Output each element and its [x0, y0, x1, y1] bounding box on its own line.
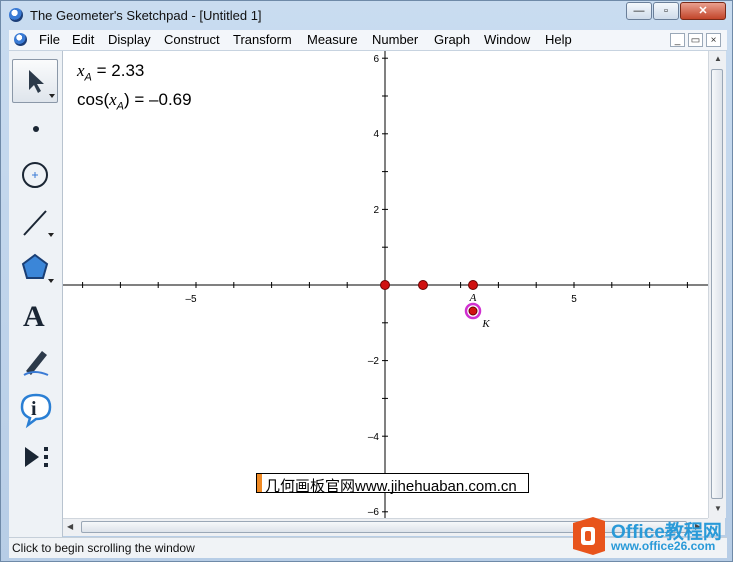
marker-pen-icon [23, 351, 49, 376]
information-tool[interactable]: i [12, 387, 58, 431]
scroll-down-icon[interactable]: ▼ [714, 504, 722, 513]
document-icon[interactable] [14, 33, 27, 46]
custom-tools-icon [25, 447, 48, 467]
info-icon: i [20, 393, 52, 429]
application-window: The Geometer's Sketchpad - [Untitled 1] … [0, 0, 733, 562]
menu-window[interactable]: Window [484, 32, 530, 47]
doc-minimize-button[interactable]: _ [670, 33, 685, 47]
selection-arrow-tool[interactable] [12, 59, 58, 103]
text-tool-glyph: A [23, 300, 45, 333]
cos-result: ) = –0.69 [124, 90, 192, 109]
y-tick-label-2: 2 [373, 205, 379, 216]
point-a-label: A [469, 292, 477, 304]
logo-subtitle: www.office26.com [611, 539, 716, 553]
menu-measure[interactable]: Measure [307, 32, 358, 47]
x-tick-label-minus5: –5 [185, 294, 197, 305]
measurement-xa[interactable]: xA = 2.33 [77, 61, 144, 83]
office-logo-icon [573, 517, 605, 555]
info-glyph: i [31, 398, 37, 420]
cos-variable: x [109, 90, 117, 109]
doc-close-button[interactable]: × [706, 33, 721, 47]
text-tool-icon: A [23, 300, 45, 333]
x-tick-label-5: 5 [571, 294, 577, 305]
scroll-left-icon[interactable]: ◀ [67, 522, 73, 531]
menu-display[interactable]: Display [108, 32, 151, 47]
menu-help[interactable]: Help [545, 32, 572, 47]
polygon-tool[interactable] [12, 245, 58, 289]
y-tick-label-minus4: –4 [368, 432, 380, 443]
menu-construct[interactable]: Construct [164, 32, 220, 47]
point-k-label: K [481, 318, 490, 330]
office26-logo: Office教程网 www.office26.com [569, 513, 729, 559]
point-a[interactable] [468, 280, 478, 290]
menu-graph[interactable]: Graph [434, 32, 470, 47]
straightedge-tool[interactable] [12, 199, 58, 243]
cos-subscript: A [116, 100, 125, 113]
marker-tool[interactable] [12, 339, 58, 383]
cos-prefix: cos( [77, 90, 110, 109]
xa-variable: x [77, 61, 85, 80]
y-tick-label-minus6: –6 [368, 507, 380, 518]
line-segment-icon [23, 210, 54, 237]
custom-tool[interactable] [12, 435, 58, 479]
maximize-button[interactable]: ▫ [653, 2, 679, 20]
arrow-icon [29, 70, 55, 98]
coordinate-graph: –5 5 6 4 2 –2 –4 –6 A K [63, 51, 708, 518]
window-title: The Geometer's Sketchpad - [Untitled 1] [30, 8, 262, 23]
menu-bar: File Edit Display Construct Transform Me… [9, 30, 727, 51]
text-tool[interactable]: A [12, 291, 58, 335]
compass-tool[interactable] [12, 153, 58, 197]
menu-file[interactable]: File [39, 32, 60, 47]
point-tool[interactable] [12, 107, 58, 151]
y-tick-label-minus2: –2 [368, 356, 380, 367]
unit-point[interactable] [418, 280, 428, 290]
vertical-scrollbar[interactable]: ▲ ▼ [708, 51, 726, 518]
point-icon [33, 126, 39, 132]
status-text: Click to begin scrolling the window [12, 541, 195, 555]
scroll-up-icon[interactable]: ▲ [714, 54, 722, 63]
y-tick-label-6: 6 [373, 54, 379, 65]
toolbox: A i [9, 51, 63, 537]
watermark-caption: 几何画板官网www.jihehuaban.com.cn [256, 473, 529, 495]
minimize-button[interactable]: — [626, 2, 652, 20]
app-icon [9, 8, 23, 22]
menu-transform[interactable]: Transform [233, 32, 292, 47]
menu-number[interactable]: Number [372, 32, 418, 47]
watermark-text: 几何画板官网www.jihehuaban.com.cn [265, 478, 517, 495]
point-k[interactable] [468, 306, 478, 316]
compass-icon [22, 162, 48, 188]
y-tick-label-4: 4 [373, 129, 379, 140]
vertical-scroll-thumb[interactable] [711, 69, 723, 499]
sketch-canvas[interactable]: –5 5 6 4 2 –2 –4 –6 A K xA = 2.33 cos(xA… [63, 51, 708, 518]
origin-point[interactable] [380, 280, 390, 290]
menu-edit[interactable]: Edit [72, 32, 94, 47]
polygon-icon [21, 253, 54, 283]
xa-subscript: A [84, 71, 92, 84]
title-bar[interactable]: The Geometer's Sketchpad - [Untitled 1] … [1, 1, 732, 29]
doc-restore-button[interactable]: ▭ [688, 33, 703, 47]
calculation-cos-xa[interactable]: cos(xA) = –0.69 [77, 90, 192, 112]
xa-value: = 2.33 [96, 61, 145, 80]
watermark-accent-bar [257, 474, 262, 492]
close-button[interactable]: ✕ [680, 2, 726, 20]
